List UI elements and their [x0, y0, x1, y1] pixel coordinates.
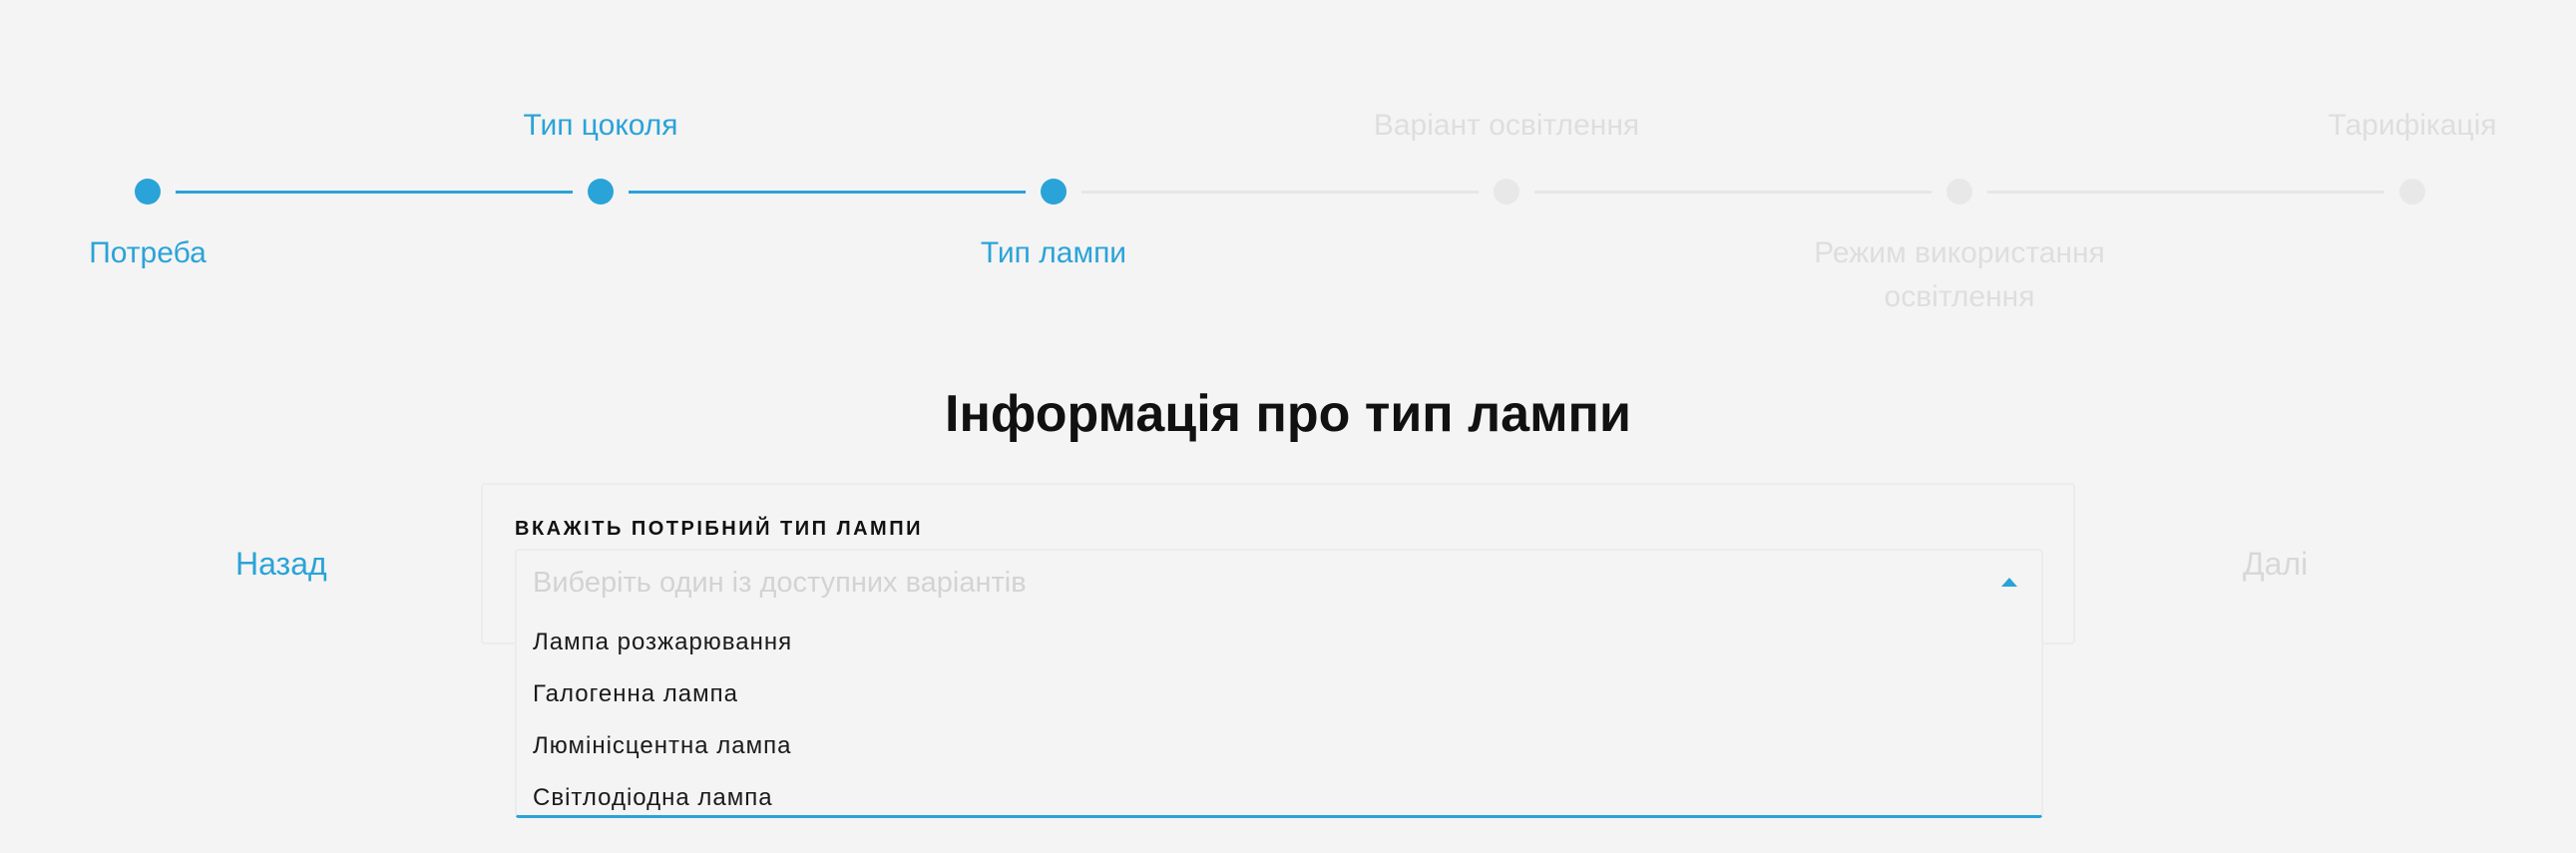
option-led-lamp[interactable]: Світлодіодна лампа: [517, 772, 2041, 824]
caret-up-icon[interactable]: [2001, 578, 2017, 587]
step-label-lighting-option: Варіант освітлення: [1373, 109, 1640, 142]
step-connector: [1534, 191, 1932, 194]
step-connector: [176, 191, 573, 194]
step-label-need[interactable]: Потреба: [0, 231, 357, 275]
step-dot-need[interactable]: [135, 179, 161, 205]
lamp-type-select[interactable]: Виберіть один із доступних варіантів Лам…: [515, 549, 2043, 818]
progress-stepper: Потреба Тип цоколя Тип лампи Варіант осв…: [0, 0, 2576, 319]
back-button[interactable]: Назад: [235, 544, 327, 584]
option-halogen-lamp[interactable]: Галогенна лампа: [517, 668, 2041, 720]
step-label-lamp-type[interactable]: Тип лампи: [844, 231, 1263, 275]
step-label-usage-mode: Режим використання освітлення: [1814, 236, 2105, 313]
option-incandescent-lamp[interactable]: Лампа розжарювання: [517, 617, 2041, 668]
select-options-list: Лампа розжарювання Галогенна лампа Люмін…: [517, 617, 2041, 824]
option-fluorescent-lamp[interactable]: Люмінісцентна лампа: [517, 720, 2041, 772]
select-placeholder[interactable]: Виберіть один із доступних варіантів: [533, 563, 1027, 603]
step-dot-tariff: [2399, 179, 2425, 205]
step-dot-base-type[interactable]: [588, 179, 614, 205]
page-title: Інформація про тип лампи: [945, 385, 1631, 443]
step-dot-lighting-option: [1494, 179, 1519, 205]
lamp-type-field-label: ВКАЖІТЬ ПОТРІБНИЙ ТИП ЛАМПИ: [515, 518, 923, 540]
step-connector: [629, 191, 1026, 194]
step-dot-usage-mode: [1946, 179, 1972, 205]
step-connector: [1081, 191, 1479, 194]
step-label-base-type[interactable]: Тип цоколя: [391, 104, 810, 148]
step-label-tariff: Тарифікація: [2328, 109, 2497, 142]
next-button[interactable]: Далі: [2243, 544, 2308, 584]
step-connector: [1987, 191, 2384, 194]
step-dot-lamp-type[interactable]: [1041, 179, 1067, 205]
